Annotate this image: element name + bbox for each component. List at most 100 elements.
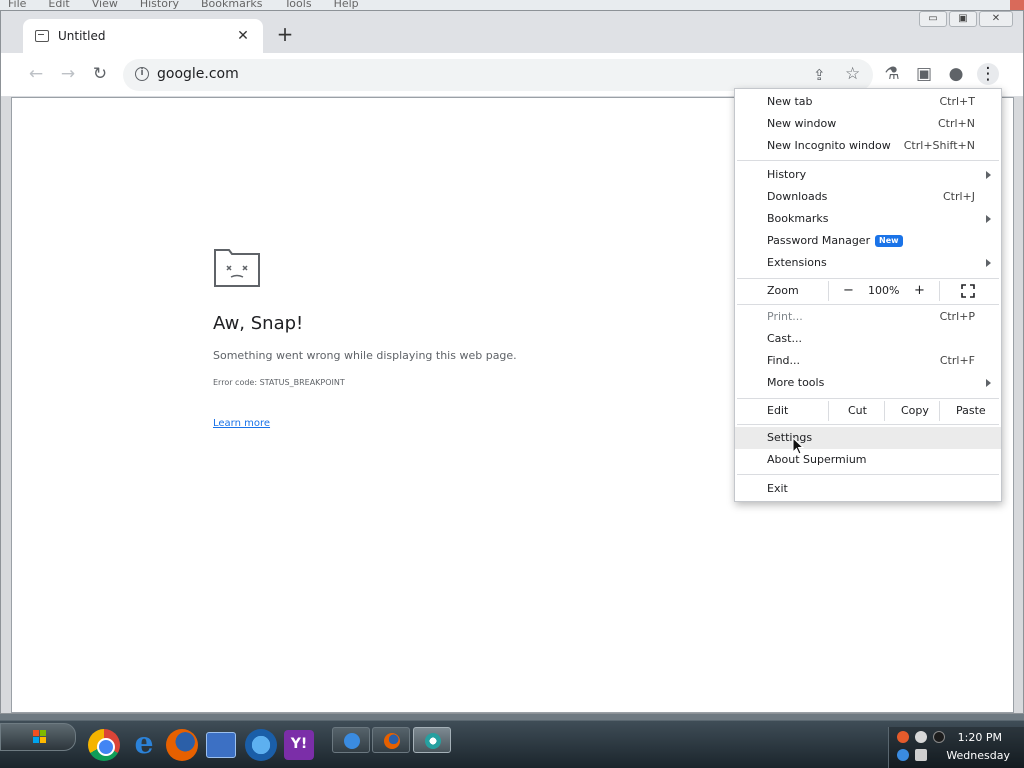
chrome-icon[interactable] — [88, 729, 120, 761]
menu-shortcut: Ctrl+Shift+N — [903, 139, 975, 152]
menu-item-new-window[interactable]: New window Ctrl+N — [735, 113, 1001, 135]
browser-main-menu: New tab Ctrl+T New window Ctrl+N New Inc… — [734, 88, 1002, 502]
menu-separator — [737, 474, 999, 475]
maximize-button[interactable]: ▣ — [949, 11, 977, 27]
media-player-icon[interactable] — [245, 729, 277, 761]
menu-label: Extensions — [767, 256, 827, 269]
menu-item-history[interactable]: History — [735, 164, 1001, 186]
taskbar-task-ie[interactable] — [332, 727, 370, 753]
menu-shortcut: Ctrl+N — [937, 117, 975, 130]
menu-label: More tools — [767, 376, 825, 389]
tray-network-icon[interactable] — [897, 749, 909, 761]
labs-icon[interactable]: ⚗ — [881, 63, 903, 85]
clock-day[interactable]: Wednesday — [946, 749, 1010, 762]
menu-item-settings[interactable]: Settings — [735, 427, 1001, 449]
system-tray: 1:20 PM Wednesday — [888, 727, 1024, 768]
site-info-icon[interactable]: i — [135, 67, 149, 81]
zoom-in-button[interactable]: + — [914, 279, 925, 303]
menu-item-more-tools[interactable]: More tools — [735, 372, 1001, 394]
new-badge: New — [875, 235, 903, 247]
tray-app-icon[interactable] — [897, 731, 909, 743]
minimize-button[interactable]: ▭ — [919, 11, 947, 27]
submenu-arrow-icon — [986, 379, 991, 387]
menu-divider — [939, 401, 940, 421]
submenu-arrow-icon — [986, 259, 991, 267]
share-icon[interactable]: ⇪ — [813, 66, 826, 84]
show-desktop-icon[interactable] — [206, 732, 236, 758]
yahoo-messenger-icon[interactable]: Y! — [284, 730, 314, 760]
learn-more-link[interactable]: Learn more — [213, 418, 270, 429]
menu-item-cast[interactable]: Cast... — [735, 328, 1001, 350]
menu-label: New Incognito window — [767, 139, 891, 152]
internet-explorer-icon[interactable]: e — [128, 729, 160, 761]
paste-button[interactable]: Paste — [956, 399, 986, 423]
close-window-button[interactable]: ✕ — [979, 11, 1013, 27]
menu-label: Cast... — [767, 332, 802, 345]
zoom-out-button[interactable]: − — [843, 279, 854, 303]
sad-folder-icon — [214, 249, 260, 287]
menu-label: Settings — [767, 431, 813, 444]
forward-button[interactable]: → — [57, 63, 79, 85]
page-title: Aw, Snap! — [213, 313, 304, 334]
cut-button[interactable]: Cut — [848, 399, 867, 423]
firefox-small-icon — [384, 733, 400, 749]
menu-item-new-incognito-window[interactable]: New Incognito window Ctrl+Shift+N — [735, 135, 1001, 157]
taskbar: e Y! 1:20 PM Wednesday — [0, 720, 1024, 768]
menu-item-bookmarks[interactable]: Bookmarks — [735, 208, 1001, 230]
menu-item-about[interactable]: About Supermium — [735, 449, 1001, 471]
menu-edit-row: Edit Cut Copy Paste — [735, 399, 1001, 423]
zoom-level: 100% — [868, 284, 900, 297]
menu-divider — [828, 401, 829, 421]
address-bar[interactable]: i google.com ⇪ ☆ — [123, 59, 873, 91]
menu-kebab-icon[interactable]: ⋮ — [977, 63, 999, 85]
window-controls: ▭ ▣ ✕ — [919, 11, 1013, 27]
side-panel-icon[interactable]: ▣ — [913, 63, 935, 85]
menu-separator — [737, 160, 999, 161]
menu-label: Downloads — [767, 190, 828, 203]
error-code: Error code: STATUS_BREAKPOINT — [213, 378, 345, 387]
zoom-label: Zoom — [767, 284, 799, 297]
tray-messenger-icon[interactable] — [915, 731, 927, 743]
bookmark-star-icon[interactable]: ☆ — [845, 64, 860, 84]
edit-label: Edit — [767, 404, 789, 417]
menu-item-extensions[interactable]: Extensions — [735, 252, 1001, 274]
menu-divider — [884, 401, 885, 421]
firefox-icon[interactable] — [166, 729, 198, 761]
menu-label: New window — [767, 117, 837, 130]
supermium-icon — [425, 733, 441, 749]
error-message: Something went wrong while displaying th… — [213, 349, 517, 362]
tray-volume-icon[interactable] — [915, 749, 927, 761]
menu-item-new-tab[interactable]: New tab Ctrl+T — [735, 91, 1001, 113]
taskbar-task-firefox[interactable] — [372, 727, 410, 753]
menu-separator — [737, 424, 999, 425]
fullscreen-icon[interactable] — [961, 284, 975, 298]
menu-label: Print... — [767, 310, 803, 323]
clock-time[interactable]: 1:20 PM — [958, 731, 1002, 744]
tray-phone-icon[interactable] — [933, 731, 945, 743]
submenu-arrow-icon — [986, 215, 991, 223]
menu-shortcut: Ctrl+T — [939, 95, 975, 108]
back-button[interactable]: ← — [25, 63, 47, 85]
menu-item-password-manager[interactable]: Password Manager New — [735, 230, 1001, 252]
profile-avatar-icon[interactable]: ● — [945, 63, 967, 85]
menu-item-exit[interactable]: Exit — [735, 478, 1001, 500]
menu-item-downloads[interactable]: Downloads Ctrl+J — [735, 186, 1001, 208]
tab-close-icon[interactable]: ✕ — [235, 28, 251, 44]
reload-button[interactable]: ↻ — [89, 63, 111, 85]
menu-shortcut: Ctrl+P — [939, 310, 975, 323]
tab-untitled[interactable]: Untitled ✕ — [23, 19, 263, 53]
start-button[interactable] — [0, 723, 76, 751]
copy-button[interactable]: Copy — [901, 399, 929, 423]
menu-item-print[interactable]: Print... Ctrl+P — [735, 306, 1001, 328]
menu-separator — [737, 304, 999, 305]
menu-label: History — [767, 168, 807, 181]
globe-icon — [344, 733, 360, 749]
menu-item-find[interactable]: Find... Ctrl+F — [735, 350, 1001, 372]
menu-label: New tab — [767, 95, 813, 108]
submenu-arrow-icon — [986, 171, 991, 179]
url-text[interactable]: google.com — [157, 66, 239, 82]
menu-label: About Supermium — [767, 453, 867, 466]
new-tab-button[interactable]: + — [275, 24, 295, 45]
mouse-pointer-icon — [792, 437, 804, 455]
taskbar-task-supermium[interactable] — [413, 727, 451, 753]
